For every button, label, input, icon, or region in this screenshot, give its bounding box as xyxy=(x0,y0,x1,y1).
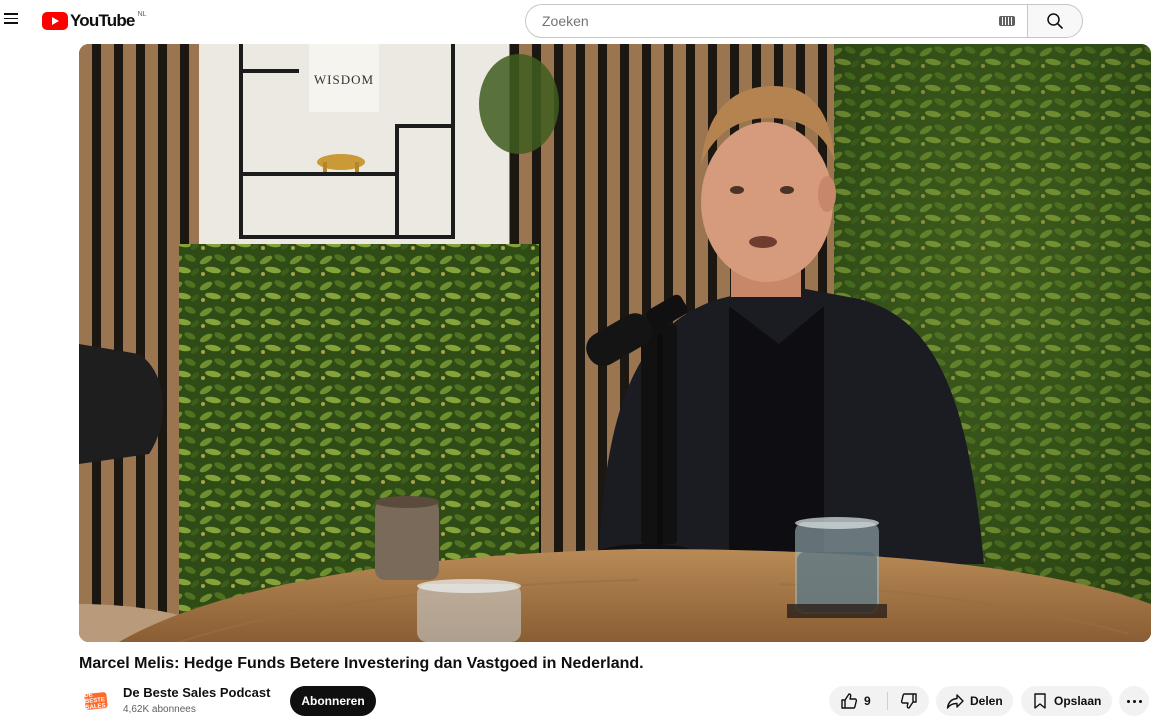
thumbs-down-icon xyxy=(900,693,917,709)
share-label: Delen xyxy=(970,694,1003,708)
video-title: Marcel Melis: Hedge Funds Betere Investe… xyxy=(79,655,644,672)
share-button[interactable]: Delen xyxy=(936,686,1013,716)
youtube-play-icon xyxy=(42,12,68,30)
save-label: Opslaan xyxy=(1054,694,1102,708)
channel-avatar-logo: DE BESTE SALES xyxy=(84,691,108,712)
save-button[interactable]: Opslaan xyxy=(1021,686,1112,716)
video-player[interactable]: WISDOM xyxy=(79,44,1151,642)
youtube-logo[interactable]: YouTube NL xyxy=(42,10,147,32)
region-label: NL xyxy=(137,10,147,18)
search-box[interactable] xyxy=(525,4,1027,38)
more-dot xyxy=(1126,699,1130,703)
channel-name[interactable]: De Beste Sales Podcast xyxy=(123,685,270,700)
search-button[interactable] xyxy=(1027,4,1083,38)
menu-icon[interactable] xyxy=(2,10,24,30)
channel-avatar[interactable]: DE BESTE SALES xyxy=(83,688,109,714)
more-dot xyxy=(1138,699,1142,703)
share-icon xyxy=(946,694,964,709)
like-dislike-group: 9 xyxy=(829,686,929,716)
search-input[interactable] xyxy=(540,12,999,30)
bookmark-icon xyxy=(1034,693,1046,709)
more-actions-button[interactable] xyxy=(1119,686,1149,716)
search-bar xyxy=(525,4,1083,38)
more-dot xyxy=(1132,699,1136,703)
thumbs-up-icon xyxy=(841,693,858,709)
logo-text: YouTube xyxy=(70,11,135,30)
dislike-button[interactable] xyxy=(888,686,929,716)
subscribe-button[interactable]: Abonneren xyxy=(290,686,376,716)
video-frame: WISDOM xyxy=(79,44,1151,642)
search-icon xyxy=(1047,13,1063,29)
like-button[interactable]: 9 xyxy=(829,686,887,716)
keyboard-icon[interactable] xyxy=(999,16,1015,26)
subscriber-count: 4,62K abonnees xyxy=(123,704,196,715)
poster-text: WISDOM xyxy=(314,72,374,87)
like-count: 9 xyxy=(864,694,871,708)
